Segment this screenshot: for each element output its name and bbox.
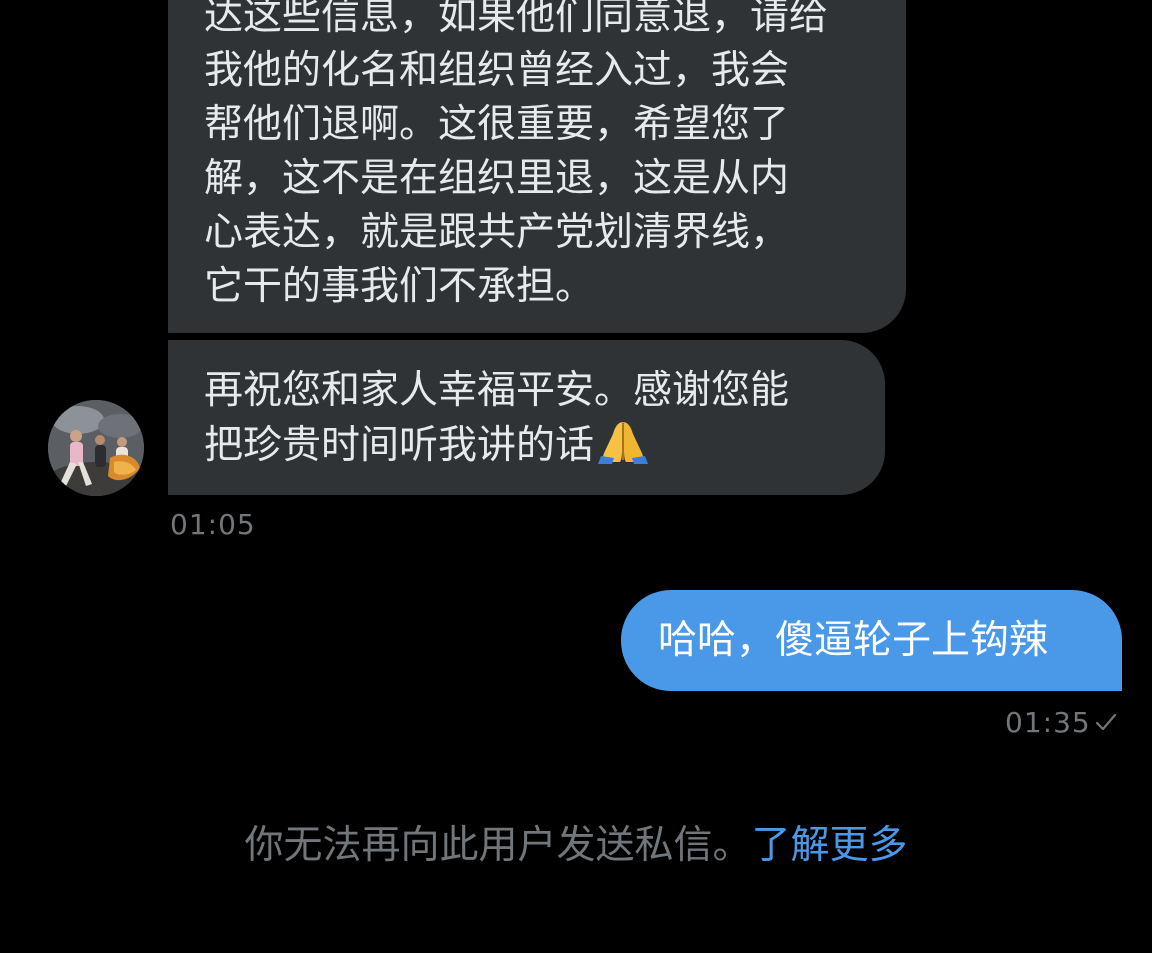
message-timestamp: 01:05	[170, 508, 256, 541]
message-text-line: 帮他们退啊。这很重要，希望您了	[204, 102, 790, 147]
message-text-line-with-emoji: 把珍贵时间听我讲的话	[204, 418, 849, 479]
message-text-line: 心表达，就是跟共产党划清界线，	[204, 210, 790, 255]
message-text-line: 解，这不是在组织里退，这是从内	[204, 156, 790, 201]
folded-hands-emoji-icon	[596, 418, 650, 479]
message-text-line: 再祝您和家人幸福平安。感谢您能	[204, 368, 790, 413]
dm-disabled-notice: 你无法再向此用户发送私信。了解更多	[0, 814, 1152, 870]
message-text: 把珍贵时间听我讲的话	[204, 423, 595, 468]
message-text: 哈哈，傻逼轮子上钩辣	[658, 618, 1049, 663]
incoming-message-bubble[interactable]: 达这些信息，如果他们同意退，请给 我他的化名和组织曾经入过，我会 帮他们退啊。这…	[168, 0, 906, 333]
learn-more-link[interactable]: 了解更多	[752, 823, 908, 868]
message-text-line: 达这些信息，如果他们同意退，请给	[204, 0, 829, 39]
message-timestamp: 01:35	[1005, 706, 1091, 739]
avatar[interactable]	[48, 400, 144, 496]
message-text-line: 我他的化名和组织曾经入过，我会	[204, 48, 790, 93]
notice-text: 你无法再向此用户发送私信。	[244, 823, 752, 868]
message-text-line: 它干的事我们不承担。	[204, 264, 595, 309]
check-icon	[1094, 710, 1118, 738]
outgoing-message-bubble[interactable]: 哈哈，傻逼轮子上钩辣	[621, 590, 1122, 691]
incoming-message-bubble[interactable]: 再祝您和家人幸福平安。感谢您能 把珍贵时间听我讲的话	[168, 340, 885, 495]
